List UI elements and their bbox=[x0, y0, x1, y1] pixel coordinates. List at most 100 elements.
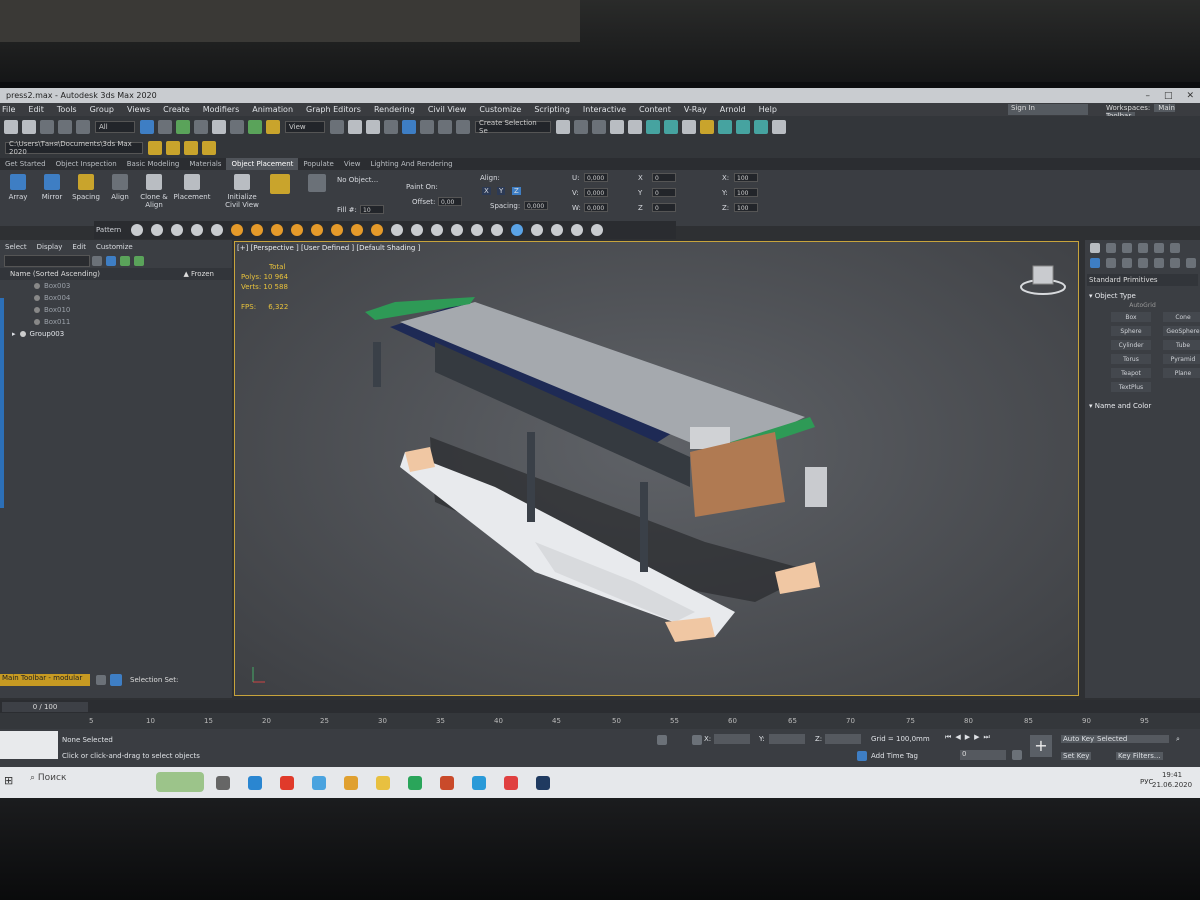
app-icon[interactable] bbox=[312, 776, 326, 790]
plane-button[interactable]: Plane bbox=[1163, 368, 1200, 378]
tab-lighting-rendering[interactable]: Lighting And Rendering bbox=[365, 158, 457, 170]
hierarchy-tab-icon[interactable] bbox=[1122, 243, 1132, 253]
textplus-button[interactable]: TextPlus bbox=[1111, 382, 1151, 392]
scale-x-field[interactable]: 100 bbox=[734, 173, 758, 182]
paint-brush-icon[interactable] bbox=[270, 174, 290, 194]
layers-icon[interactable] bbox=[592, 120, 606, 134]
tab-get-started[interactable]: Get Started bbox=[0, 158, 51, 170]
create-tab-icon[interactable] bbox=[1090, 243, 1100, 253]
rotate-x-field[interactable]: 0 bbox=[652, 173, 676, 182]
menu-civil-view[interactable]: Civil View bbox=[428, 105, 467, 114]
ball-icon[interactable] bbox=[271, 224, 284, 236]
geometry-icon[interactable] bbox=[1090, 258, 1100, 268]
region-select-icon[interactable] bbox=[176, 120, 190, 134]
rotate-y-field[interactable]: 0 bbox=[652, 188, 676, 197]
torus-button[interactable]: Torus bbox=[1111, 354, 1151, 364]
named-selection-icon[interactable] bbox=[456, 120, 470, 134]
menu-tools[interactable]: Tools bbox=[57, 105, 77, 114]
selection-set-icon[interactable] bbox=[110, 674, 122, 686]
list-item[interactable]: Box011 bbox=[0, 316, 232, 328]
name-column-header[interactable]: Name (Sorted Ascending) bbox=[10, 270, 100, 278]
chrome-icon[interactable] bbox=[440, 776, 454, 790]
render-setup-icon[interactable] bbox=[700, 120, 714, 134]
create-folder-icon[interactable] bbox=[184, 141, 198, 155]
align-z-button[interactable]: Z bbox=[512, 187, 521, 195]
align-y-button[interactable]: Y bbox=[497, 187, 506, 195]
time-slider[interactable]: 0 / 100 bbox=[0, 700, 1200, 713]
umbrella-icon[interactable] bbox=[291, 224, 304, 236]
tube-button[interactable]: Tube bbox=[1163, 340, 1200, 350]
scene-explorer-icon[interactable] bbox=[610, 120, 624, 134]
render-in-cloud-icon[interactable] bbox=[772, 120, 786, 134]
list-item[interactable]: Box003 bbox=[0, 280, 232, 292]
menu-file[interactable]: File bbox=[2, 105, 15, 114]
track-bar[interactable]: 5 10 15 20 25 30 35 40 45 50 55 60 65 70… bbox=[0, 713, 1200, 729]
select-by-name-icon[interactable] bbox=[158, 120, 172, 134]
layers-stack-icon[interactable] bbox=[96, 675, 106, 685]
menu-arnold[interactable]: Arnold bbox=[720, 105, 746, 114]
snaps-toggle-icon[interactable] bbox=[384, 120, 398, 134]
menu-scripting[interactable]: Scripting bbox=[534, 105, 570, 114]
stairs-icon[interactable] bbox=[311, 224, 324, 236]
x-coord-field[interactable] bbox=[714, 734, 750, 744]
schematic-view-icon[interactable] bbox=[664, 120, 678, 134]
absolute-mode-icon[interactable] bbox=[692, 735, 702, 745]
tab-basic-modeling[interactable]: Basic Modeling bbox=[122, 158, 185, 170]
grid-icon[interactable] bbox=[191, 224, 204, 236]
sun-icon[interactable] bbox=[331, 224, 344, 236]
cone-button[interactable]: Cone bbox=[1163, 312, 1200, 322]
keyboard-shortcut-icon[interactable] bbox=[366, 120, 380, 134]
render-iterative-icon[interactable] bbox=[754, 120, 768, 134]
menu-content[interactable]: Content bbox=[639, 105, 671, 114]
object-type-rollout[interactable]: ▾ Object Type bbox=[1085, 290, 1200, 302]
place-icon[interactable] bbox=[266, 120, 280, 134]
clear-search-icon[interactable] bbox=[92, 256, 102, 266]
spacing-button[interactable]: Spacing bbox=[70, 174, 102, 201]
scale-z-field[interactable]: 100 bbox=[734, 203, 758, 212]
layer-explorer-icon[interactable] bbox=[628, 120, 642, 134]
drop-icon[interactable] bbox=[471, 224, 484, 236]
taskbar-search[interactable]: ⌕ Поиск bbox=[30, 773, 66, 783]
zoom-icon[interactable]: ⌕ bbox=[1176, 735, 1180, 744]
group-item[interactable]: ▸ Group003 bbox=[0, 328, 232, 340]
reference-coordinate-dropdown[interactable]: View bbox=[285, 121, 325, 133]
selection-filter-dropdown[interactable]: All bbox=[95, 121, 135, 133]
play-icon[interactable]: ▶ bbox=[965, 733, 970, 742]
edge-icon[interactable] bbox=[248, 776, 262, 790]
pivot-center-icon[interactable] bbox=[330, 120, 344, 134]
scale-icon[interactable] bbox=[248, 120, 262, 134]
utilities-tab-icon[interactable] bbox=[1170, 243, 1180, 253]
task-view-icon[interactable] bbox=[216, 776, 230, 790]
minimize-button[interactable]: – bbox=[1145, 91, 1150, 101]
frozen-column-header[interactable]: ▲ Frozen bbox=[183, 270, 214, 278]
v-field[interactable]: 0,000 bbox=[584, 188, 608, 197]
frame-icon[interactable] bbox=[571, 224, 584, 236]
explorer-menu-customize[interactable]: Customize bbox=[96, 243, 133, 251]
link-icon[interactable] bbox=[40, 120, 54, 134]
opera-icon[interactable] bbox=[280, 776, 294, 790]
time-config-icon[interactable] bbox=[1012, 750, 1022, 760]
tab-populate[interactable]: Populate bbox=[298, 158, 338, 170]
explorer-menu-select[interactable]: Select bbox=[5, 243, 27, 251]
menu-group[interactable]: Group bbox=[90, 105, 114, 114]
systems-icon[interactable] bbox=[1186, 258, 1196, 268]
explorer-side-toolbar[interactable] bbox=[0, 298, 4, 508]
shapes-icon[interactable] bbox=[1106, 258, 1116, 268]
redo-icon[interactable] bbox=[22, 120, 36, 134]
offset-field[interactable]: 0,00 bbox=[438, 197, 462, 206]
menu-interactive[interactable]: Interactive bbox=[583, 105, 626, 114]
hierarchy-icon[interactable] bbox=[120, 256, 130, 266]
frame-indicator[interactable]: 0 / 100 bbox=[2, 701, 88, 712]
select-object-icon[interactable] bbox=[140, 120, 154, 134]
geosphere-button[interactable]: GeoSphere bbox=[1163, 326, 1200, 336]
recent-folder-icon[interactable] bbox=[202, 141, 216, 155]
palette-icon[interactable] bbox=[511, 224, 524, 236]
menu-edit[interactable]: Edit bbox=[28, 105, 44, 114]
menu-customize[interactable]: Customize bbox=[479, 105, 521, 114]
scale-y-field[interactable]: 100 bbox=[734, 188, 758, 197]
go-to-start-icon[interactable]: ⏮ bbox=[945, 733, 951, 742]
teapot-button[interactable]: Teapot bbox=[1111, 368, 1151, 378]
dome-icon[interactable] bbox=[251, 224, 264, 236]
menu-graph-editors[interactable]: Graph Editors bbox=[306, 105, 361, 114]
align-x-button[interactable]: X bbox=[482, 187, 491, 195]
